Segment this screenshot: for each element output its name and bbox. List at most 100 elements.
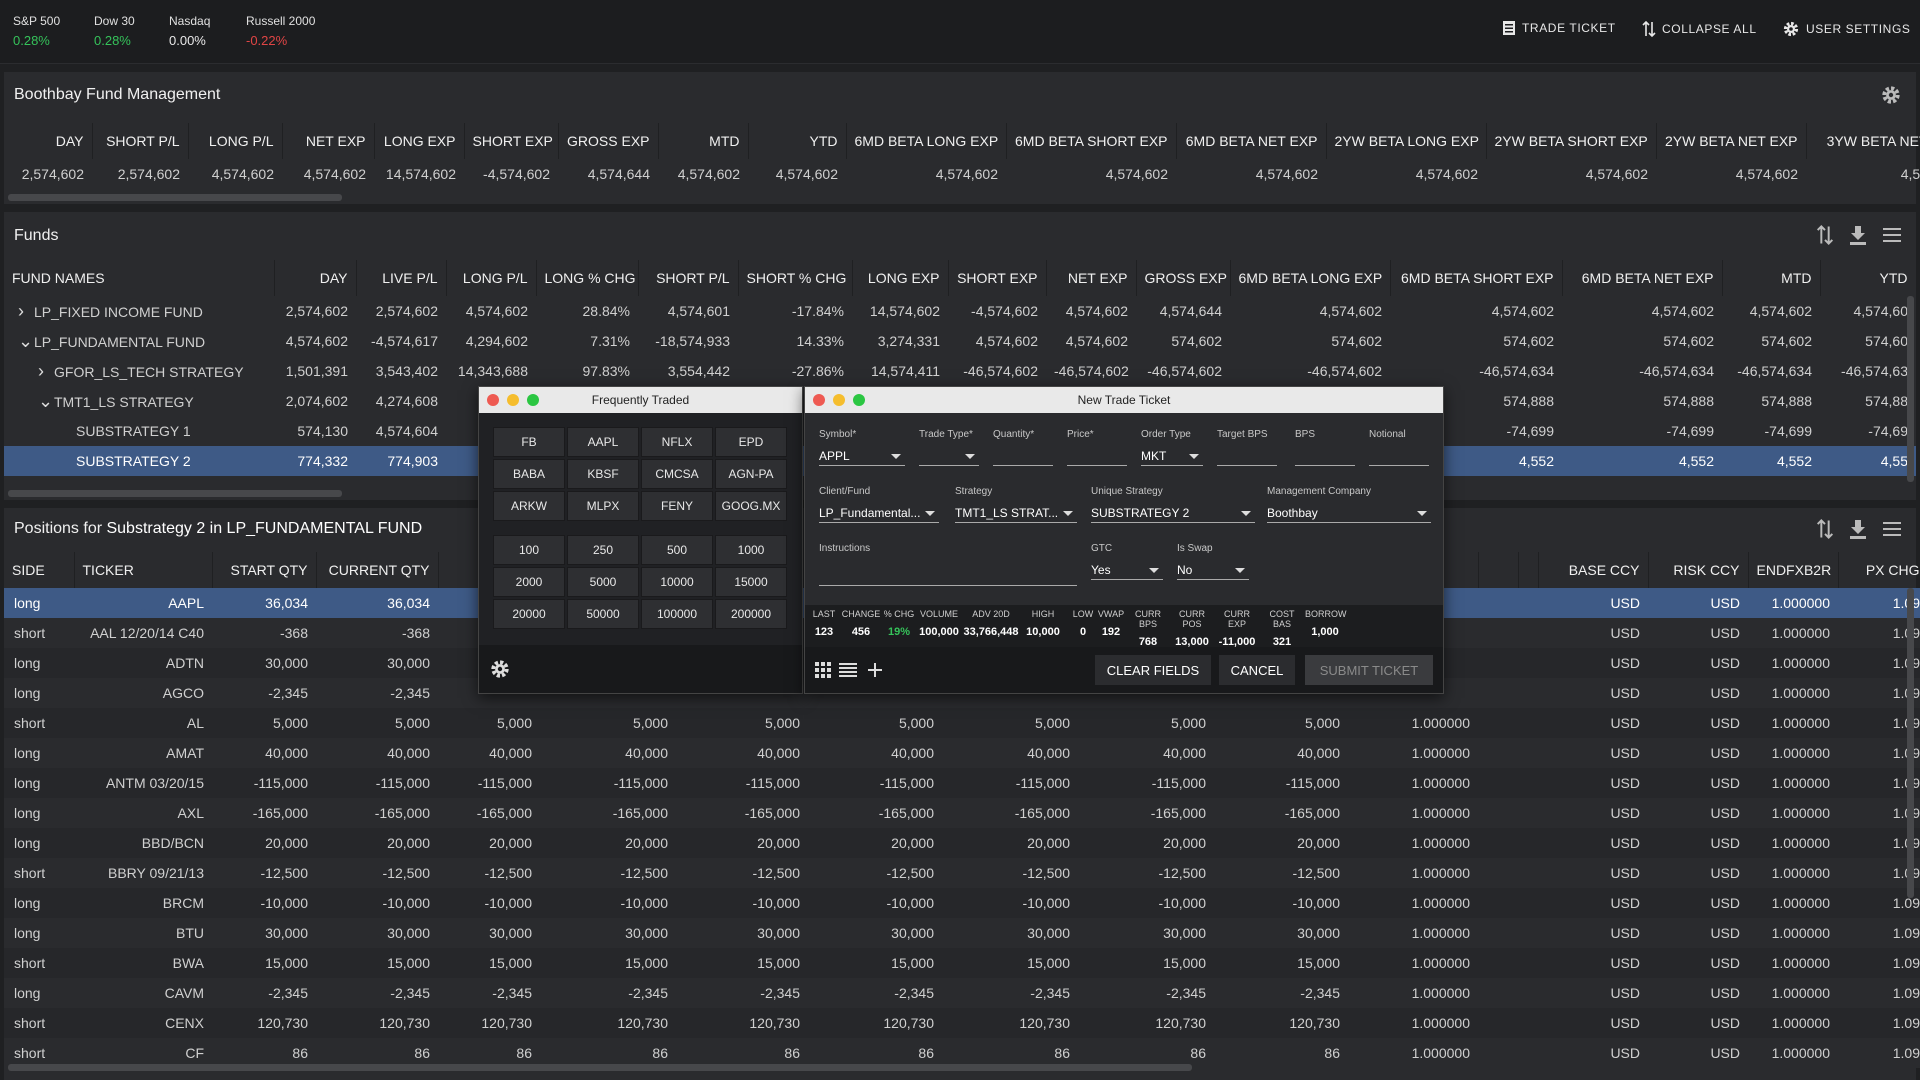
bps-field[interactable]: BPS xyxy=(1295,429,1355,466)
column-header[interactable]: TICKER xyxy=(74,552,213,588)
chevron-down-icon[interactable]: ⌄ xyxy=(18,331,34,352)
table-row[interactable]: long CAVM -2,345 -2,345 -2,345 -2,345 -2,345 -2… xyxy=(4,978,1920,1008)
quantity-chip[interactable]: 15000 xyxy=(715,567,787,597)
order-type-field[interactable]: Order Type MKT xyxy=(1141,429,1203,466)
symbol-chip[interactable]: EPD xyxy=(715,427,787,457)
menu-icon[interactable] xyxy=(1882,224,1902,246)
symbol-chip[interactable]: KBSF xyxy=(567,459,639,489)
window-titlebar[interactable]: New Trade Ticket xyxy=(805,387,1443,413)
column-header[interactable]: 6MD BETA LONG EXP xyxy=(1230,260,1391,296)
menu-icon[interactable] xyxy=(1882,518,1902,540)
column-header[interactable]: DAY xyxy=(274,260,357,296)
gear-icon[interactable] xyxy=(1880,84,1902,106)
quantity-chip[interactable]: 250 xyxy=(567,535,639,565)
sort-arrows-icon[interactable] xyxy=(1816,224,1834,246)
quantity-chip[interactable]: 1000 xyxy=(715,535,787,565)
column-header[interactable] xyxy=(1518,552,1539,588)
quantity-chip[interactable]: 100000 xyxy=(641,599,713,629)
quantity-chip[interactable]: 20000 xyxy=(493,599,565,629)
table-row[interactable]: long AMAT 40,000 40,000 40,000 40,000 40,000 40… xyxy=(4,738,1920,768)
submit-ticket-button[interactable]: SUBMIT TICKET xyxy=(1305,655,1433,685)
column-header[interactable]: CURRENT QTY xyxy=(316,552,439,588)
column-header[interactable]: LONG % CHG xyxy=(536,260,639,296)
symbol-chip[interactable]: CMCSA xyxy=(641,459,713,489)
grid-view-icon[interactable] xyxy=(815,662,831,678)
column-header[interactable]: 6MD BETA SHORT EXP xyxy=(1006,123,1177,159)
gear-icon[interactable] xyxy=(489,658,511,680)
minimize-window-button[interactable] xyxy=(833,394,845,406)
maximize-window-button[interactable] xyxy=(527,394,539,406)
column-header[interactable]: SHORT P/L xyxy=(92,123,189,159)
column-header[interactable]: NET EXP xyxy=(1046,260,1137,296)
column-header[interactable]: SHORT EXP xyxy=(948,260,1047,296)
window-titlebar[interactable]: Frequently Traded xyxy=(479,387,802,413)
list-view-icon[interactable] xyxy=(839,662,857,678)
quantity-chip[interactable]: 200000 xyxy=(715,599,787,629)
column-header[interactable]: SHORT EXP xyxy=(464,123,559,159)
is-swap-field[interactable]: Is Swap No xyxy=(1177,543,1249,580)
table-row[interactable]: long AXL -165,000 -165,000 -165,000 -165,000 -… xyxy=(4,798,1920,828)
column-header[interactable]: FUND NAMES xyxy=(4,260,275,296)
column-header[interactable]: START QTY xyxy=(212,552,317,588)
table-row[interactable]: long BTU 30,000 30,000 30,000 30,000 30,000 30,… xyxy=(4,918,1920,948)
column-header[interactable]: GROSS EXP xyxy=(1136,260,1231,296)
price-field[interactable]: Price* xyxy=(1067,429,1127,466)
column-header[interactable]: 6MD BETA NET EXP xyxy=(1176,123,1327,159)
column-header[interactable]: NET EXP xyxy=(282,123,375,159)
quantity-chip[interactable]: 10000 xyxy=(641,567,713,597)
chevron-right-icon[interactable]: › xyxy=(18,301,34,322)
column-header[interactable]: 3YW BETA NET xyxy=(1806,123,1920,159)
quantity-chip[interactable]: 5000 xyxy=(567,567,639,597)
symbol-chip[interactable]: FENY xyxy=(641,491,713,521)
column-header[interactable]: 2YW BETA LONG EXP xyxy=(1326,123,1487,159)
column-header[interactable]: YTD xyxy=(1820,260,1917,296)
column-header[interactable]: DAY xyxy=(4,123,93,159)
column-header[interactable]: LONG EXP xyxy=(852,260,949,296)
cancel-button[interactable]: CANCEL xyxy=(1219,655,1295,685)
chevron-right-icon[interactable]: › xyxy=(38,361,54,382)
column-header[interactable]: SHORT % CHG xyxy=(738,260,853,296)
column-header[interactable]: LIVE P/L xyxy=(356,260,447,296)
quantity-chip[interactable]: 100 xyxy=(493,535,565,565)
horizontal-scrollbar[interactable] xyxy=(8,490,342,497)
quantity-chip[interactable]: 2000 xyxy=(493,567,565,597)
column-header[interactable]: YTD xyxy=(748,123,847,159)
plus-icon[interactable] xyxy=(867,662,883,678)
notional-field[interactable]: Notional xyxy=(1369,429,1429,466)
column-header[interactable]: 2YW BETA NET EXP xyxy=(1656,123,1807,159)
column-header[interactable]: LONG P/L xyxy=(188,123,283,159)
vertical-scrollbar[interactable] xyxy=(1907,588,1914,898)
table-row[interactable]: long ANTM 03/20/15 -115,000 -115,000 -115,00… xyxy=(4,768,1920,798)
column-header[interactable]: 6MD BETA SHORT EXP xyxy=(1390,260,1563,296)
column-header[interactable]: RISK CCY xyxy=(1648,552,1749,588)
horizontal-scrollbar[interactable] xyxy=(8,1064,1192,1071)
collapse-all-button[interactable]: COLLAPSE ALL xyxy=(1642,20,1757,38)
column-header[interactable]: 2YW BETA SHORT EXP xyxy=(1486,123,1657,159)
maximize-window-button[interactable] xyxy=(853,394,865,406)
close-window-button[interactable] xyxy=(813,394,825,406)
table-row[interactable]: › GFOR_LS_TECH STRATEGY 1,501,391 3,543,402… xyxy=(4,356,1916,386)
symbol-chip[interactable]: AAPL xyxy=(567,427,639,457)
table-row[interactable]: long BBD/BCN 20,000 20,000 20,000 20,000 20,00… xyxy=(4,828,1920,858)
table-row[interactable]: short BWA 15,000 15,000 15,000 15,000 15,000 15… xyxy=(4,948,1920,978)
minimize-window-button[interactable] xyxy=(507,394,519,406)
close-window-button[interactable] xyxy=(487,394,499,406)
column-header[interactable]: BASE CCY xyxy=(1538,552,1649,588)
column-header[interactable]: 6MD BETA NET EXP xyxy=(1562,260,1723,296)
unique-strategy-field[interactable]: Unique Strategy SUBSTRATEGY 2 xyxy=(1091,486,1255,523)
column-header[interactable]: LONG EXP xyxy=(374,123,465,159)
download-icon[interactable] xyxy=(1848,224,1868,246)
column-header[interactable]: LONG P/L xyxy=(446,260,537,296)
horizontal-scrollbar[interactable] xyxy=(8,194,342,201)
chevron-down-icon[interactable]: ⌄ xyxy=(38,391,54,412)
symbol-chip[interactable]: ARKW xyxy=(493,491,565,521)
instructions-field[interactable]: Instructions xyxy=(819,543,1077,586)
symbol-chip[interactable]: FB xyxy=(493,427,565,457)
user-settings-button[interactable]: USER SETTINGS xyxy=(1782,20,1910,38)
clear-fields-button[interactable]: CLEAR FIELDS xyxy=(1095,655,1211,685)
quantity-chip[interactable]: 500 xyxy=(641,535,713,565)
column-header[interactable]: PX CHG xyxy=(1838,552,1920,588)
gtc-field[interactable]: GTC Yes xyxy=(1091,543,1163,580)
symbol-field[interactable]: Symbol* APPL xyxy=(819,429,905,466)
symbol-chip[interactable]: NFLX xyxy=(641,427,713,457)
